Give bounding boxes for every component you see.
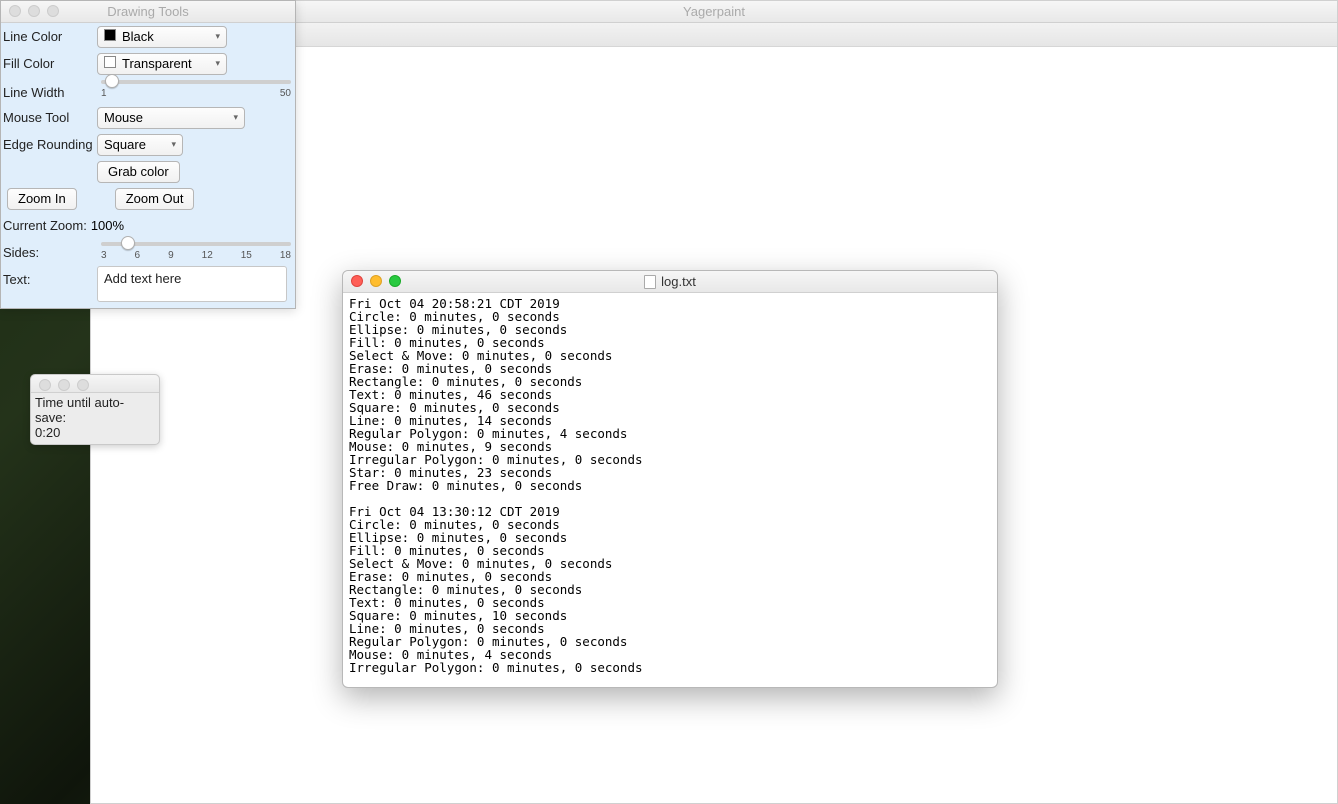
tools-titlebar[interactable]: Drawing Tools xyxy=(1,1,295,23)
autosave-window: Time until auto-save: 0:20 xyxy=(30,374,160,445)
mouse-tool-value: Mouse xyxy=(104,110,143,125)
text-label: Text: xyxy=(1,266,97,287)
log-titlebar[interactable]: log.txt xyxy=(343,271,997,293)
zoom-out-button[interactable]: Zoom Out xyxy=(115,188,195,210)
black-swatch-icon xyxy=(104,29,116,41)
fill-color-label: Fill Color xyxy=(1,56,97,71)
text-input[interactable]: Add text here xyxy=(97,266,287,302)
slider-thumb-icon[interactable] xyxy=(105,74,119,88)
transparent-swatch-icon xyxy=(104,56,116,68)
close-icon[interactable] xyxy=(39,379,51,391)
sides-slider[interactable] xyxy=(101,242,291,246)
edge-rounding-value: Square xyxy=(104,137,146,152)
mouse-tool-select[interactable]: Mouse ▾ xyxy=(97,107,245,129)
minimize-icon[interactable] xyxy=(370,275,382,287)
main-title: Yagerpaint xyxy=(683,4,745,19)
autosave-value: 0:20 xyxy=(35,425,155,440)
autosave-label: Time until auto-save: xyxy=(35,395,155,425)
current-zoom-label: Current Zoom: xyxy=(1,218,91,233)
slider-thumb-icon[interactable] xyxy=(121,236,135,250)
line-width-min: 1 xyxy=(101,88,107,99)
zoom-icon[interactable] xyxy=(47,5,59,17)
edge-rounding-select[interactable]: Square ▾ xyxy=(97,134,183,156)
chevron-down-icon: ▾ xyxy=(215,31,220,42)
document-icon xyxy=(644,275,656,289)
chevron-down-icon: ▾ xyxy=(215,58,220,69)
close-icon[interactable] xyxy=(351,275,363,287)
minimize-icon[interactable] xyxy=(28,5,40,17)
chevron-down-icon: ▾ xyxy=(233,112,238,123)
log-title-text: log.txt xyxy=(661,274,696,289)
edge-rounding-label: Edge Rounding xyxy=(1,137,97,152)
fill-color-value: Transparent xyxy=(122,56,192,71)
fill-color-select[interactable]: Transparent ▾ xyxy=(97,53,227,75)
line-color-label: Line Color xyxy=(1,29,97,44)
sides-ticks: 3 6 9 12 15 18 xyxy=(101,250,291,261)
zoom-in-button[interactable]: Zoom In xyxy=(7,188,77,210)
autosave-titlebar[interactable] xyxy=(31,375,159,393)
log-text-content[interactable]: Fri Oct 04 20:58:21 CDT 2019 Circle: 0 m… xyxy=(343,293,997,687)
log-window: log.txt Fri Oct 04 20:58:21 CDT 2019 Cir… xyxy=(342,270,998,688)
tools-title: Drawing Tools xyxy=(107,4,188,19)
zoom-icon[interactable] xyxy=(389,275,401,287)
sides-label: Sides: xyxy=(1,239,97,260)
mouse-tool-label: Mouse Tool xyxy=(1,110,97,125)
chevron-down-icon: ▾ xyxy=(171,139,176,150)
current-zoom-value: 100% xyxy=(91,218,124,233)
line-width-max: 50 xyxy=(280,88,291,99)
line-width-label: Line Width xyxy=(1,77,97,100)
close-icon[interactable] xyxy=(9,5,21,17)
line-color-select[interactable]: Black ▾ xyxy=(97,26,227,48)
tools-window: Drawing Tools Line Color Black ▾ Fill Co… xyxy=(0,0,296,309)
zoom-icon[interactable] xyxy=(77,379,89,391)
minimize-icon[interactable] xyxy=(58,379,70,391)
line-color-value: Black xyxy=(122,29,154,44)
grab-color-button[interactable]: Grab color xyxy=(97,161,180,183)
line-width-slider[interactable] xyxy=(101,80,291,84)
